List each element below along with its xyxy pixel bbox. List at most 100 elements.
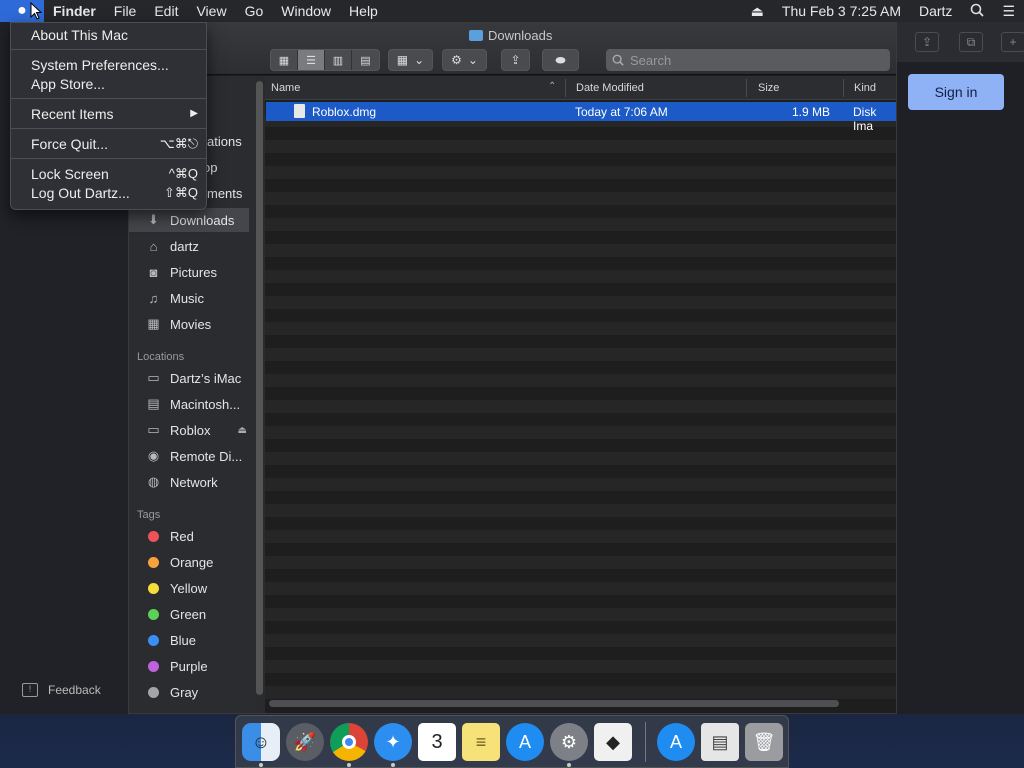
spotlight-search-icon[interactable] [961, 3, 993, 20]
share-icon: ⇪ [510, 53, 521, 67]
menu-item-lock-screen[interactable]: Lock Screen ^⌘Q [11, 164, 206, 183]
menu-item-recent-items[interactable]: Recent Items ▶ [11, 104, 206, 123]
sidebar-item-home[interactable]: ⌂ dartz [129, 234, 249, 258]
sidebar-item-movies[interactable]: ▦ Movies [129, 312, 249, 336]
sidebar-item-label: Dartz’s iMac [170, 370, 242, 386]
gear-icon: ⚙ [451, 53, 462, 67]
menu-finder[interactable]: Finder [44, 0, 105, 22]
sidebar-item-label: Orange [170, 554, 214, 570]
tabs-icon[interactable]: ⧉ [959, 32, 983, 52]
eject-icon[interactable]: ⏏ [238, 425, 247, 436]
file-list: Name ⌃ Date Modified Size Kind Roblox.dm… [265, 76, 896, 713]
sidebar-scrollbar[interactable] [256, 81, 263, 695]
icon-view-button[interactable]: ▦ [271, 50, 298, 70]
sidebar-item-label: Macintosh... [170, 396, 241, 412]
horizontal-scrollbar[interactable] [269, 700, 839, 707]
sort-chevron-up-icon[interactable]: ⌃ [548, 81, 556, 92]
column-header-kind[interactable]: Kind [854, 82, 876, 94]
eject-icon[interactable]: ⏏ [742, 3, 773, 20]
menu-shortcut: ⌥⌘⎋ [159, 135, 198, 151]
notification-center-icon[interactable]: ☰ [993, 3, 1024, 20]
menu-view[interactable]: View [187, 0, 235, 22]
menu-shortcut: ^⌘Q [168, 165, 198, 181]
feedback-button[interactable]: ! Feedback [22, 683, 101, 697]
menu-file[interactable]: File [105, 0, 146, 22]
gallery-view-button[interactable]: ▤ [352, 50, 379, 70]
chevron-down-icon: ⌄ [467, 53, 478, 67]
sidebar-tag-purple[interactable]: Purple [129, 654, 249, 678]
film-icon: ▦ [147, 316, 160, 331]
sidebar-item-pictures[interactable]: ◙ Pictures [129, 260, 249, 284]
sign-in-button[interactable]: Sign in [908, 74, 1004, 110]
tags-button[interactable]: ⬬ [542, 49, 579, 71]
trash-icon[interactable]: 🗑 [745, 723, 783, 761]
search-input[interactable] [630, 52, 870, 68]
downloads-stack-icon[interactable]: ▤ [701, 723, 739, 761]
calendar-dock-icon[interactable]: 3 [418, 723, 456, 761]
finder-dock-icon[interactable]: ☺ [242, 723, 280, 761]
user-menu[interactable]: Dartz [910, 3, 961, 19]
sidebar-item-music[interactable]: ♫ Music [129, 286, 249, 310]
launchpad-dock-icon[interactable]: 🚀 [286, 723, 324, 761]
app-store-downloads-icon[interactable]: A [657, 723, 695, 761]
safari-compass-icon[interactable]: ✦ [374, 723, 412, 761]
sidebar-item-label: Downloads [170, 212, 235, 228]
file-name: Roblox.dmg [312, 105, 377, 119]
sidebar-item-label: dartz [170, 238, 199, 254]
menu-window[interactable]: Window [272, 0, 340, 22]
chrome-dock-icon[interactable] [330, 723, 368, 761]
group-by-button[interactable]: ▦ ⌄ [388, 49, 433, 71]
sidebar-tag-orange[interactable]: Orange [129, 550, 249, 574]
menu-item-about[interactable]: About This Mac [11, 25, 206, 44]
sidebar-tag-yellow[interactable]: Yellow [129, 576, 249, 600]
menu-item-label: Force Quit... [31, 135, 109, 152]
menu-separator [11, 49, 206, 50]
column-header-name[interactable]: Name [271, 82, 300, 94]
menu-item-label: About This Mac [31, 26, 129, 43]
column-header-date[interactable]: Date Modified [576, 82, 644, 94]
grid-icon: ▦ [396, 53, 409, 67]
clock[interactable]: Thu Feb 3 7:25 AM [773, 3, 910, 19]
action-menu-button[interactable]: ⚙ ⌄ [442, 49, 487, 71]
sidebar-item-macintosh-hd[interactable]: ▤ Macintosh... [129, 392, 249, 416]
notes-dock-icon[interactable]: ≡ [462, 723, 500, 761]
file-size: 1.9 MB [792, 105, 831, 119]
sidebar-tag-green[interactable]: Green [129, 602, 249, 626]
display-icon: ▭ [147, 370, 160, 385]
menu-help[interactable]: Help [340, 0, 387, 22]
sidebar-item-roblox[interactable]: ▭ Roblox ⏏ [129, 418, 249, 442]
tag-dot-icon [148, 608, 159, 620]
sidebar-item-network[interactable]: ◍ Network [129, 470, 249, 494]
menu-go[interactable]: Go [236, 0, 273, 22]
search-field[interactable] [606, 49, 890, 71]
chevron-down-icon: ⌄ [414, 53, 425, 67]
menu-edit[interactable]: Edit [145, 0, 187, 22]
system-preferences-gear-icon[interactable]: ⚙ [550, 723, 588, 761]
list-view-button[interactable]: ☰ [298, 50, 325, 70]
column-header-size[interactable]: Size [758, 82, 779, 94]
share-button[interactable]: ⇪ [501, 49, 530, 71]
roblox-dock-icon[interactable]: ◆ [594, 723, 632, 761]
sidebar-tag-blue[interactable]: Blue [129, 628, 249, 652]
menu-item-app-store[interactable]: App Store... [11, 74, 206, 93]
sidebar-item-imac[interactable]: ▭ Dartz’s iMac [129, 366, 249, 390]
share-icon[interactable]: ⇪ [915, 32, 939, 52]
sidebar-item-downloads[interactable]: ⬇ Downloads [129, 208, 249, 232]
sidebar-item-label: Music [170, 290, 204, 306]
sidebar-tag-red[interactable]: Red [129, 524, 249, 548]
finder-window: Downloads ▦ ☰ ▥ ▤ ▦⌄ ⚙⌄ ⇪ ⬬ ts ations op… [128, 22, 897, 714]
menu-item-force-quit[interactable]: Force Quit... ⌥⌘⎋ [11, 134, 206, 153]
sidebar-item-label: Gray [170, 684, 199, 700]
sidebar-tag-gray[interactable]: Gray [129, 680, 249, 704]
table-row[interactable]: Roblox.dmg Today at 7:06 AM 1.9 MB Disk … [266, 102, 896, 133]
list-background [265, 101, 896, 701]
tag-dot-icon [148, 556, 159, 568]
menu-item-label: System Preferences... [31, 56, 169, 73]
sidebar-item-remote-disc[interactable]: ◉ Remote Di... [129, 444, 249, 468]
menu-item-system-preferences[interactable]: System Preferences... [11, 55, 206, 74]
app-store-dock-icon[interactable]: A [506, 723, 544, 761]
new-tab-icon[interactable]: + [1001, 32, 1024, 52]
column-divider [565, 79, 566, 97]
column-view-button[interactable]: ▥ [325, 50, 352, 70]
menu-item-log-out[interactable]: Log Out Dartz... ⇧⌘Q [11, 183, 206, 202]
